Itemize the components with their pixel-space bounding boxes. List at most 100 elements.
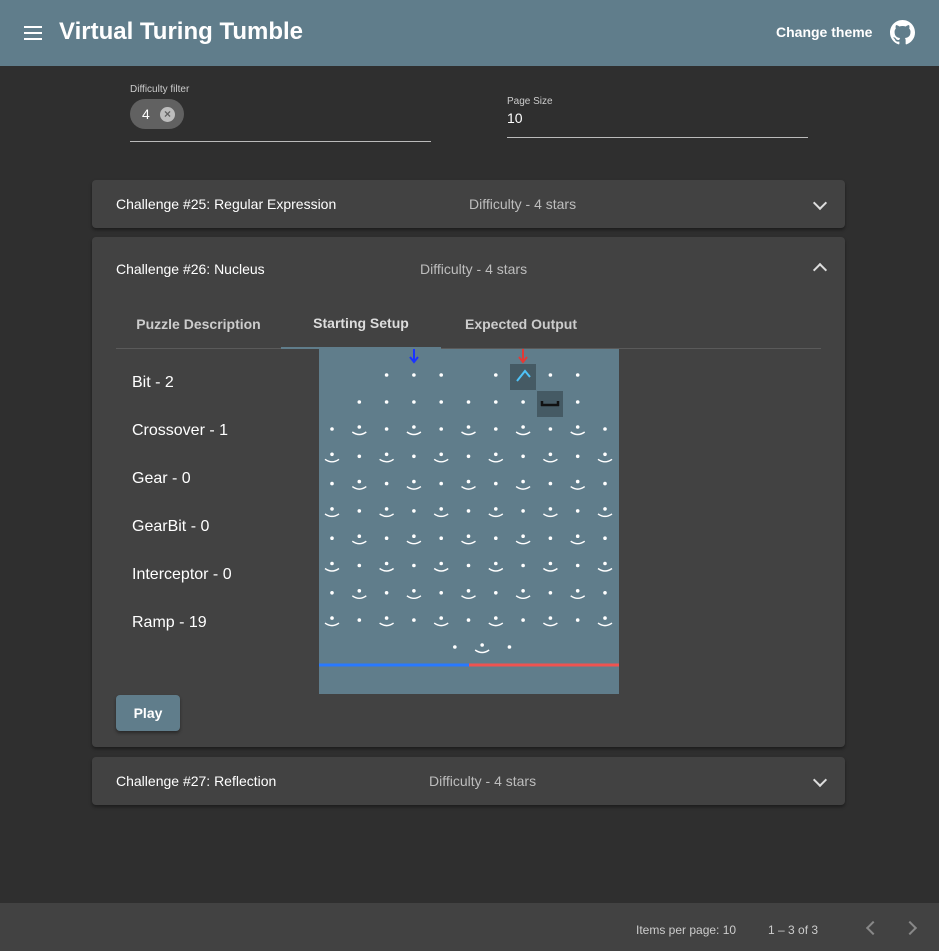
board-slot-peg bbox=[330, 507, 334, 511]
difficulty-filter[interactable]: Difficulty filter 4 × bbox=[130, 84, 431, 142]
board-peg bbox=[384, 536, 389, 540]
board-slot-peg bbox=[494, 561, 498, 566]
board-peg bbox=[412, 400, 416, 404]
turing-tumble-board[interactable] bbox=[319, 349, 619, 694]
chevron-down-icon[interactable] bbox=[812, 772, 828, 788]
difficulty-filter-underline bbox=[130, 141, 431, 142]
play-button[interactable]: Play bbox=[116, 695, 180, 731]
board-peg bbox=[384, 400, 389, 404]
chevron-down-icon[interactable] bbox=[812, 195, 828, 211]
board-slot-curve bbox=[570, 540, 586, 545]
board-slot-peg bbox=[466, 479, 471, 484]
part-count-gearbit: GearBit - 0 bbox=[132, 518, 210, 535]
board-peg bbox=[439, 536, 443, 540]
board-slot-curve bbox=[570, 431, 586, 436]
board-peg bbox=[494, 481, 498, 486]
challenge-panel-27[interactable]: Challenge #27: Reflection Difficulty - 4… bbox=[92, 757, 845, 805]
board-slot-peg bbox=[439, 561, 443, 566]
board-peg bbox=[412, 563, 416, 568]
page-size-field[interactable]: Page Size 10 bbox=[507, 96, 808, 138]
board-peg bbox=[330, 481, 334, 486]
board-slot-peg bbox=[521, 425, 525, 429]
items-per-page[interactable]: Items per page: 10 bbox=[636, 923, 736, 937]
board-peg bbox=[466, 400, 471, 404]
board-slot-curve bbox=[597, 458, 613, 463]
challenge-title[interactable]: Challenge #26: Nucleus bbox=[116, 261, 265, 277]
board-slot-peg bbox=[412, 425, 416, 429]
board-slot-curve bbox=[488, 622, 504, 627]
part-count-gear: Gear - 0 bbox=[132, 470, 191, 487]
board-slot-curve bbox=[597, 567, 613, 572]
challenge-panel-25[interactable]: Challenge #25: Regular Expression Diffic… bbox=[92, 180, 845, 228]
tab-expected-output[interactable]: Expected Output bbox=[441, 299, 601, 349]
board-peg bbox=[412, 373, 416, 377]
board-peg bbox=[548, 591, 553, 595]
board-slot-curve bbox=[597, 622, 613, 627]
difficulty-chip[interactable]: 4 × bbox=[130, 99, 184, 129]
board-peg bbox=[494, 400, 498, 404]
challenge-title: Challenge #27: Reflection bbox=[116, 773, 277, 789]
board-slot-curve bbox=[515, 486, 531, 490]
board-peg bbox=[494, 427, 498, 431]
challenge-difficulty: Difficulty - 4 stars bbox=[420, 261, 528, 277]
board-peg bbox=[575, 563, 580, 568]
board-slot-peg bbox=[330, 561, 334, 566]
next-page-icon[interactable] bbox=[902, 920, 918, 936]
board-peg bbox=[603, 427, 607, 431]
board-peg bbox=[521, 454, 525, 459]
board-slot-peg bbox=[384, 561, 389, 566]
board-slot-peg bbox=[480, 643, 484, 647]
board-peg bbox=[384, 373, 389, 377]
board-slot-curve bbox=[324, 622, 340, 627]
previous-page-icon[interactable] bbox=[865, 920, 881, 936]
board-peg bbox=[548, 373, 553, 377]
board-peg bbox=[357, 563, 362, 568]
board-peg bbox=[466, 509, 471, 513]
board-peg bbox=[412, 454, 416, 459]
board-peg bbox=[357, 618, 362, 622]
board-slot-peg bbox=[575, 589, 580, 593]
page-range: 1 – 3 of 3 bbox=[768, 923, 819, 937]
change-theme-button[interactable]: Change theme bbox=[766, 20, 882, 44]
chevron-up-icon[interactable] bbox=[812, 262, 828, 278]
board-peg bbox=[439, 591, 443, 595]
board-peg bbox=[384, 591, 389, 595]
board-slot-curve bbox=[406, 540, 422, 545]
board-slot-peg bbox=[384, 507, 389, 511]
board-slot-curve bbox=[515, 595, 531, 599]
difficulty-filter-label: Difficulty filter bbox=[130, 84, 190, 95]
board-slot-peg bbox=[548, 507, 553, 511]
board-slot-curve bbox=[488, 458, 504, 463]
board-slot-curve bbox=[461, 486, 476, 490]
tab-starting-setup[interactable]: Starting Setup bbox=[281, 299, 441, 349]
board-slot-peg bbox=[603, 507, 607, 511]
board-peg bbox=[575, 509, 580, 513]
board-slot-curve bbox=[597, 513, 613, 518]
app-title: Virtual Turing Tumble bbox=[59, 18, 304, 45]
chip-remove-icon[interactable]: × bbox=[160, 107, 175, 122]
board-slot-curve bbox=[542, 513, 558, 518]
board-slot-peg bbox=[357, 589, 362, 593]
menu-icon[interactable] bbox=[24, 26, 42, 40]
board-slot-peg bbox=[548, 452, 553, 457]
tab-puzzle-description[interactable]: Puzzle Description bbox=[116, 299, 281, 349]
board-slot-curve bbox=[461, 595, 476, 599]
board-slot-curve bbox=[406, 431, 422, 436]
page-size-input[interactable]: 10 bbox=[507, 110, 523, 126]
board-slot-peg bbox=[439, 452, 443, 457]
board-peg bbox=[548, 481, 553, 486]
github-icon[interactable] bbox=[890, 20, 915, 45]
board-slot-curve bbox=[351, 431, 367, 436]
board-slot-curve bbox=[324, 567, 340, 572]
board-slot-peg bbox=[521, 479, 525, 484]
board-slot-peg bbox=[466, 425, 471, 429]
board-slot-peg bbox=[439, 616, 443, 620]
board-peg bbox=[603, 481, 607, 486]
board-slot-peg bbox=[603, 561, 607, 566]
board-slot-curve bbox=[379, 513, 395, 518]
board-peg bbox=[439, 400, 443, 404]
board-peg bbox=[466, 618, 471, 622]
board-slot-peg bbox=[412, 589, 416, 593]
board-peg bbox=[330, 427, 334, 431]
board-peg bbox=[575, 618, 580, 622]
